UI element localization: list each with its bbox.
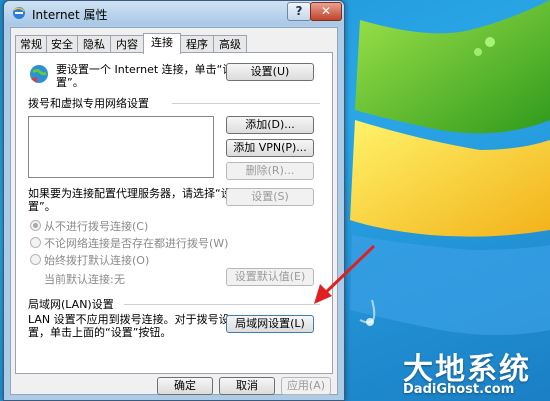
- proxy-description-line1: 如果要为连接配置代理服务器，请选择“设: [28, 187, 232, 200]
- lan-description-line2: 置，单击上面的“设置”按钮。: [28, 326, 172, 339]
- close-button[interactable]: ✕: [310, 2, 342, 21]
- title-bar[interactable]: Internet 属性 ? ✕: [4, 1, 344, 25]
- apply-button[interactable]: 应用(A): [281, 377, 331, 395]
- tab-connections[interactable]: 连接: [143, 33, 181, 54]
- tab-programs[interactable]: 程序: [180, 35, 214, 53]
- radio-dial-when-no-network-label: 不论网络连接是否存在都进行拨号(W): [44, 237, 229, 250]
- tab-security[interactable]: 安全: [46, 35, 78, 53]
- add-button[interactable]: 添加(D)...: [226, 116, 314, 134]
- radio-never-dial[interactable]: [30, 220, 41, 231]
- current-default-label: 当前默认连接:: [44, 273, 114, 286]
- help-button[interactable]: ?: [287, 2, 311, 21]
- dialog-client-area: 常规 安全 隐私 内容 连接 程序 高级 要设置一个 Internet 连接，单…: [10, 27, 338, 395]
- lan-group-separator: [124, 304, 320, 305]
- network-globe-icon: [30, 65, 48, 83]
- proxy-description-line2: 置”。: [28, 200, 56, 213]
- tab-content[interactable]: 内容: [110, 35, 144, 53]
- remove-button[interactable]: 删除(R)...: [226, 162, 314, 180]
- radio-never-dial-label: 从不进行拨号连接(C): [44, 220, 149, 233]
- dialup-group-label: 拨号和虚拟专用网络设置: [28, 97, 149, 110]
- setup-description-line2: 置”。: [56, 76, 84, 89]
- connections-list[interactable]: [28, 116, 214, 178]
- current-default-value: 无: [114, 273, 125, 286]
- add-vpn-button[interactable]: 添加 VPN(P)...: [226, 139, 314, 157]
- tab-advanced[interactable]: 高级: [213, 35, 247, 53]
- annotation-arrow-icon: [314, 244, 376, 304]
- radio-always-dial-label: 始终拨打默认连接(O): [44, 254, 150, 267]
- cancel-button[interactable]: 取消: [219, 377, 275, 395]
- radio-dial-when-no-network[interactable]: [30, 237, 41, 248]
- internet-explorer-icon: [13, 7, 25, 19]
- watermark-url: DadiGhost.com: [403, 382, 515, 397]
- setup-button[interactable]: 设置(U): [226, 63, 314, 81]
- tab-privacy[interactable]: 隐私: [77, 35, 111, 53]
- connections-panel: 要设置一个 Internet 连接，单击“设 置”。 设置(U) 拨号和虚拟专用…: [15, 52, 333, 374]
- dialup-group-separator: [172, 103, 320, 104]
- site-watermark-logo: 大地系统 DadiGhost.com: [395, 344, 545, 400]
- dialup-settings-button[interactable]: 设置(S): [226, 188, 314, 206]
- window-title: Internet 属性: [32, 8, 108, 22]
- radio-always-dial[interactable]: [30, 254, 41, 265]
- internet-properties-dialog: Internet 属性 ? ✕ 常规 安全 隐私 内容 连接 程序 高级 要设置…: [3, 0, 345, 401]
- tab-general[interactable]: 常规: [15, 35, 47, 53]
- lan-group-label: 局域网(LAN)设置: [28, 298, 114, 311]
- ok-button[interactable]: 确定: [157, 377, 213, 395]
